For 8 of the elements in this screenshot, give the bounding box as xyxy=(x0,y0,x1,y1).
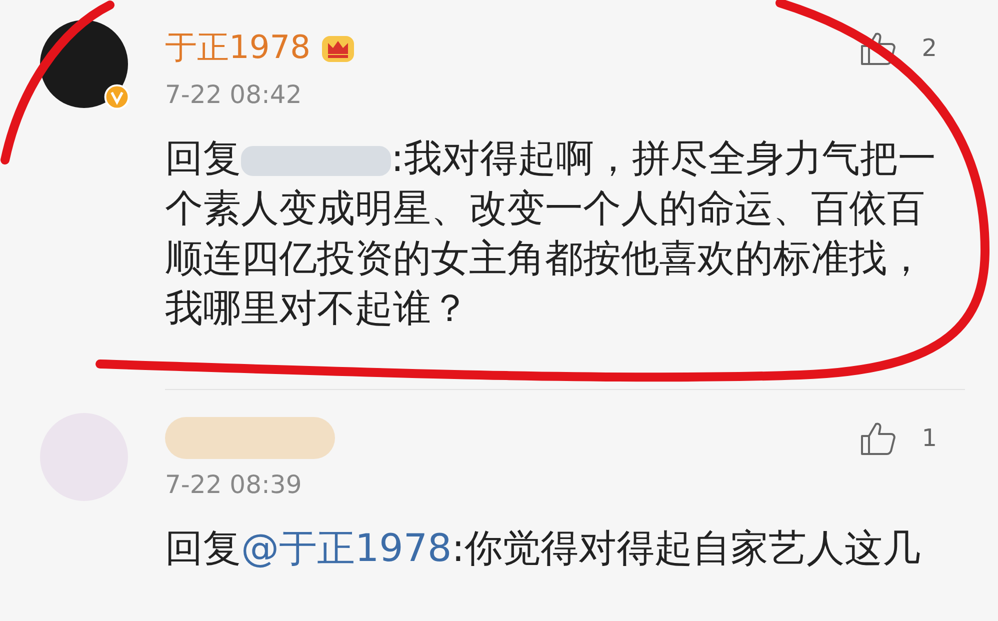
username[interactable]: 于正1978 xyxy=(165,26,310,70)
like-count: 1 xyxy=(922,424,937,452)
comment-time: 7-22 08:42 xyxy=(165,80,303,109)
comment-text: 回复@于正1978:你觉得对得起自家艺人这几 xyxy=(165,525,922,572)
like-count: 2 xyxy=(922,34,937,62)
comment-time: 7-22 08:39 xyxy=(165,470,303,499)
comment-text: 回复 :我对得起啊，拼尽全身力气把一个素人变成明星、改变一个人的命运、百依百顺连四亿投资的女主角都按他喜欢的标准找，我哪里对不起谁？ xyxy=(165,135,937,332)
mention-link[interactable]: @于正1978 xyxy=(241,526,452,570)
